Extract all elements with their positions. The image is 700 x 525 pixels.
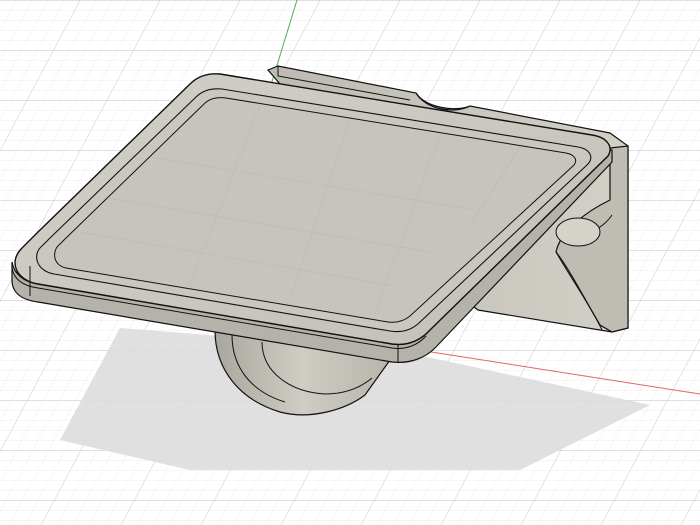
viewport-canvas[interactable]	[0, 0, 700, 525]
bracket-boss	[555, 217, 601, 247]
cad-viewport[interactable]	[0, 0, 700, 525]
